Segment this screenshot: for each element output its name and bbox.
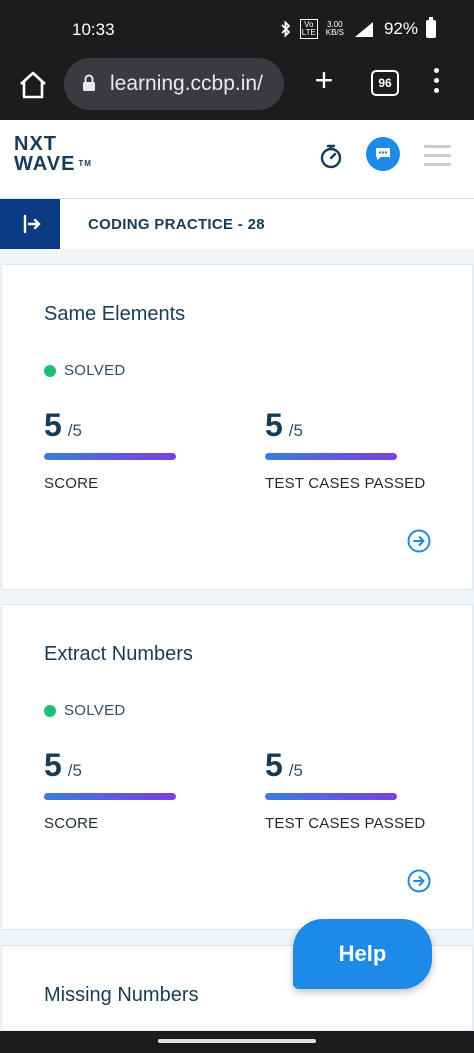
score-label: SCORE	[44, 475, 99, 492]
test-cases-progress-bar	[265, 793, 397, 800]
question-title: Extract Numbers	[44, 643, 193, 665]
url-text: learning.ccbp.in/	[110, 72, 263, 95]
test-cases-value: 5/5	[265, 747, 303, 783]
test-cases-label: TEST CASES PASSED	[265, 475, 426, 492]
battery-icon	[426, 17, 436, 38]
hamburger-menu-icon[interactable]	[424, 145, 451, 172]
tab-switcher-button[interactable]: 96	[371, 70, 399, 96]
status-bar: 10:33 Vo LTE 3.00 KB/S 92%	[0, 0, 474, 56]
address-bar[interactable]: learning.ccbp.in/	[64, 58, 284, 110]
expand-sidebar-icon	[23, 214, 41, 234]
chat-icon[interactable]	[366, 137, 400, 171]
practice-title: CODING PRACTICE - 28	[88, 216, 265, 233]
status-time: 10:33	[72, 20, 115, 39]
site-header: NXT WAVE TM	[0, 120, 474, 199]
arrow-right-circle-icon[interactable]	[407, 529, 431, 553]
home-icon[interactable]	[16, 68, 50, 102]
network-speed: 3.00 KB/S	[325, 20, 344, 37]
gesture-nav-area	[0, 1031, 474, 1053]
volte-indicator: Vo LTE	[299, 19, 318, 39]
browser-menu-icon[interactable]	[430, 68, 442, 98]
status-indicators: Vo LTE 3.00 KB/S 92%	[280, 17, 436, 39]
new-tab-icon[interactable]: +	[310, 64, 338, 96]
gesture-handle[interactable]	[158, 1039, 316, 1043]
question-title: Missing Numbers	[44, 984, 199, 1006]
test-cases-progress-bar	[265, 453, 397, 460]
practice-header: CODING PRACTICE - 28	[0, 199, 474, 249]
test-cases-label: TEST CASES PASSED	[265, 815, 426, 832]
question-card[interactable]: Same Elements SOLVED 5/5 SCORE 5/5 TEST …	[1, 264, 473, 590]
bluetooth-icon	[281, 20, 291, 38]
help-button[interactable]: Help	[293, 919, 432, 989]
question-title: Same Elements	[44, 303, 186, 325]
arrow-right-circle-icon[interactable]	[407, 869, 431, 893]
sidebar-toggle-button[interactable]	[0, 199, 60, 249]
score-progress-bar	[44, 793, 176, 800]
browser-toolbar: learning.ccbp.in/ + 96	[0, 56, 474, 120]
solved-status: SOLVED	[44, 362, 126, 379]
score-value: 5/5	[44, 747, 82, 783]
stopwatch-icon[interactable]	[318, 143, 344, 169]
score-label: SCORE	[44, 815, 99, 832]
score-value: 5/5	[44, 407, 82, 443]
lock-icon	[83, 74, 95, 91]
question-card[interactable]: Extract Numbers SOLVED 5/5 SCORE 5/5 TES…	[1, 604, 473, 930]
status-dot	[44, 704, 56, 717]
test-cases-value: 5/5	[265, 407, 303, 443]
battery-percent: 92%	[383, 19, 418, 38]
solved-status: SOLVED	[44, 702, 126, 719]
signal-icon	[354, 22, 373, 37]
status-dot	[44, 364, 56, 377]
score-progress-bar	[44, 453, 176, 460]
nxtwave-logo[interactable]: NXT WAVE TM	[14, 134, 92, 174]
